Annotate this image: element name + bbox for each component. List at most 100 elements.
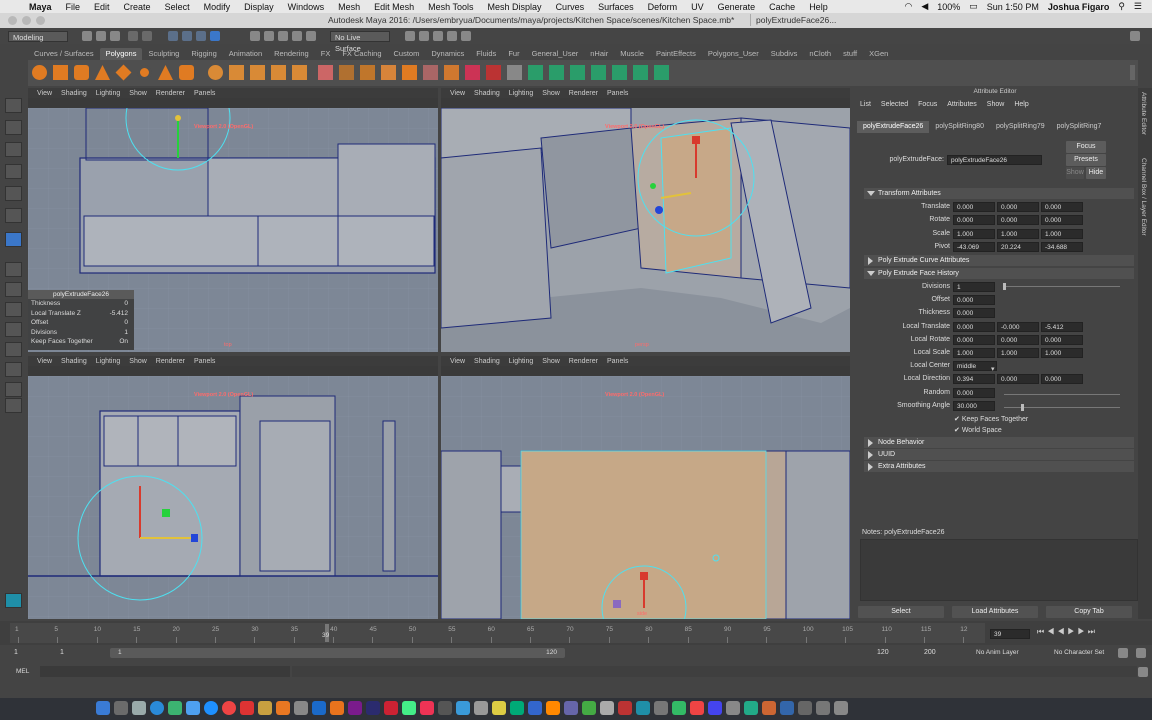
- shelf-tab-polygons[interactable]: Polygons: [99, 48, 143, 60]
- undo-icon[interactable]: [128, 31, 138, 41]
- finder-icon[interactable]: [96, 701, 110, 715]
- attr-field[interactable]: 0.000: [953, 215, 995, 226]
- channel-value[interactable]: 0: [124, 299, 128, 309]
- app-icon-2[interactable]: [708, 701, 722, 715]
- acrobat-icon[interactable]: [384, 701, 398, 715]
- attr-field[interactable]: -5.412: [1041, 321, 1083, 332]
- app-icon-4[interactable]: [744, 701, 758, 715]
- select-tool-icon[interactable]: [5, 98, 22, 113]
- system-preferences-icon[interactable]: [294, 701, 308, 715]
- last-tool-icon[interactable]: [5, 232, 22, 247]
- attr-field[interactable]: 1.000: [953, 348, 995, 358]
- divisions-slider[interactable]: [1004, 286, 1120, 287]
- ae-menu-selected[interactable]: Selected: [881, 101, 908, 108]
- menu-deform[interactable]: Deform: [641, 2, 685, 12]
- notification-icon[interactable]: ☰: [1134, 1, 1142, 12]
- uv-editor-icon[interactable]: [612, 65, 627, 80]
- menu-generate[interactable]: Generate: [711, 2, 763, 12]
- shelf-tab-subdivs[interactable]: Subdivs: [765, 48, 804, 60]
- channel-value[interactable]: 1: [124, 328, 128, 338]
- four-view-icon[interactable]: [5, 282, 22, 297]
- focus-button[interactable]: Focus: [1066, 141, 1106, 153]
- poly-prism-icon[interactable]: [158, 65, 173, 80]
- attr-field[interactable]: 1: [953, 282, 995, 292]
- single-view-icon[interactable]: [5, 262, 22, 277]
- attr-field[interactable]: -0.000: [997, 321, 1039, 332]
- hide-button[interactable]: Hide: [1086, 167, 1106, 179]
- select-by-object-icon[interactable]: [182, 31, 192, 41]
- vlc-icon[interactable]: [276, 701, 290, 715]
- separate-icon[interactable]: [229, 65, 244, 80]
- vp-menu-renderer[interactable]: Renderer: [156, 358, 185, 365]
- script-editor-icon[interactable]: [1138, 667, 1148, 677]
- outliner-icon[interactable]: [5, 342, 22, 357]
- attr-field[interactable]: 0.394: [953, 374, 995, 385]
- snap-point-icon[interactable]: [278, 31, 288, 41]
- evernote-icon[interactable]: [402, 701, 416, 715]
- premiere-icon[interactable]: [348, 701, 362, 715]
- messages-icon[interactable]: [168, 701, 182, 715]
- shelf-tab-animation[interactable]: Animation: [223, 48, 268, 60]
- contacts-icon[interactable]: [600, 701, 614, 715]
- combine-icon[interactable]: [208, 65, 223, 80]
- facetime-icon[interactable]: [582, 701, 596, 715]
- ae-menu-show[interactable]: Show: [987, 101, 1005, 108]
- menu-file[interactable]: File: [59, 2, 88, 12]
- app-store-icon[interactable]: [204, 701, 218, 715]
- menu-windows[interactable]: Windows: [281, 2, 332, 12]
- snap-grid-icon[interactable]: [250, 31, 260, 41]
- activity-monitor-icon[interactable]: [654, 701, 668, 715]
- vp-menu-lighting[interactable]: Lighting: [96, 90, 121, 97]
- time-slider-track[interactable]: 1 5 10 15 20 25 30 35 40 45 50 55 60 65 70 75 80 85 90 95 10…: [10, 623, 985, 643]
- world-space-checkbox[interactable]: ✔ World Space: [954, 426, 1002, 434]
- shelf-tab-nhair[interactable]: nHair: [584, 48, 614, 60]
- terminal-icon[interactable]: [438, 701, 452, 715]
- attr-field[interactable]: 0.000: [953, 334, 995, 345]
- attr-field[interactable]: 1.000: [997, 228, 1039, 239]
- attr-field[interactable]: -34.688: [1041, 241, 1083, 252]
- channel-value[interactable]: On: [119, 337, 128, 347]
- notes-field[interactable]: [860, 539, 1138, 601]
- hypershade-icon[interactable]: [461, 31, 471, 41]
- new-scene-icon[interactable]: [82, 31, 92, 41]
- shelf-tab-fx[interactable]: FX: [315, 48, 337, 60]
- tab-channel-box[interactable]: Channel Box / Layer Editor: [1140, 158, 1147, 236]
- vp-menu-lighting[interactable]: Lighting: [509, 358, 534, 365]
- attr-field[interactable]: 0.000: [997, 334, 1039, 345]
- node-name-field[interactable]: polyExtrudeFace26: [947, 155, 1042, 165]
- vp-menu-show[interactable]: Show: [542, 90, 560, 97]
- menu-surfaces[interactable]: Surfaces: [591, 2, 641, 12]
- target-weld-icon[interactable]: [486, 65, 501, 80]
- paint-select-icon[interactable]: [5, 142, 22, 157]
- load-attributes-button[interactable]: Load Attributes: [952, 606, 1038, 618]
- snap-curve-icon[interactable]: [264, 31, 274, 41]
- ae-menu-list[interactable]: List: [860, 101, 871, 108]
- vp-menu-view[interactable]: View: [450, 90, 465, 97]
- menu-mesh-tools[interactable]: Mesh Tools: [421, 2, 480, 12]
- poly-torus-icon[interactable]: [137, 65, 152, 80]
- vp-menu-shading[interactable]: Shading: [61, 90, 87, 97]
- key-icon[interactable]: [1118, 648, 1128, 658]
- window-tab[interactable]: polyExtrudeFace26...: [750, 14, 856, 26]
- menu-display[interactable]: Display: [237, 2, 281, 12]
- shelf-tab-polygons-user[interactable]: Polygons_User: [702, 48, 765, 60]
- shelf-tab-stuff[interactable]: stuff: [837, 48, 863, 60]
- poly-cylinder-icon[interactable]: [74, 65, 89, 80]
- ae-menu-attributes[interactable]: Attributes: [947, 101, 977, 108]
- range-slider[interactable]: 1 120: [110, 648, 565, 658]
- menu-edit[interactable]: Edit: [87, 2, 117, 12]
- menu-mesh-display[interactable]: Mesh Display: [481, 2, 549, 12]
- shelf-tab-fx-caching[interactable]: FX Caching: [336, 48, 387, 60]
- attr-field[interactable]: 1.000: [953, 228, 995, 239]
- shelf-tab-muscle[interactable]: Muscle: [614, 48, 650, 60]
- planar-map-icon[interactable]: [528, 65, 543, 80]
- live-surface-field[interactable]: No Live Surface: [330, 31, 390, 53]
- menu-select[interactable]: Select: [158, 2, 197, 12]
- viewport-icon-bar[interactable]: [28, 98, 438, 108]
- close-window-icon[interactable]: [8, 16, 17, 25]
- vp-menu-renderer[interactable]: Renderer: [569, 358, 598, 365]
- minimize-window-icon[interactable]: [22, 16, 31, 25]
- vp-menu-view[interactable]: View: [37, 358, 52, 365]
- checker-icon[interactable]: [633, 65, 648, 80]
- extract-icon[interactable]: [250, 65, 265, 80]
